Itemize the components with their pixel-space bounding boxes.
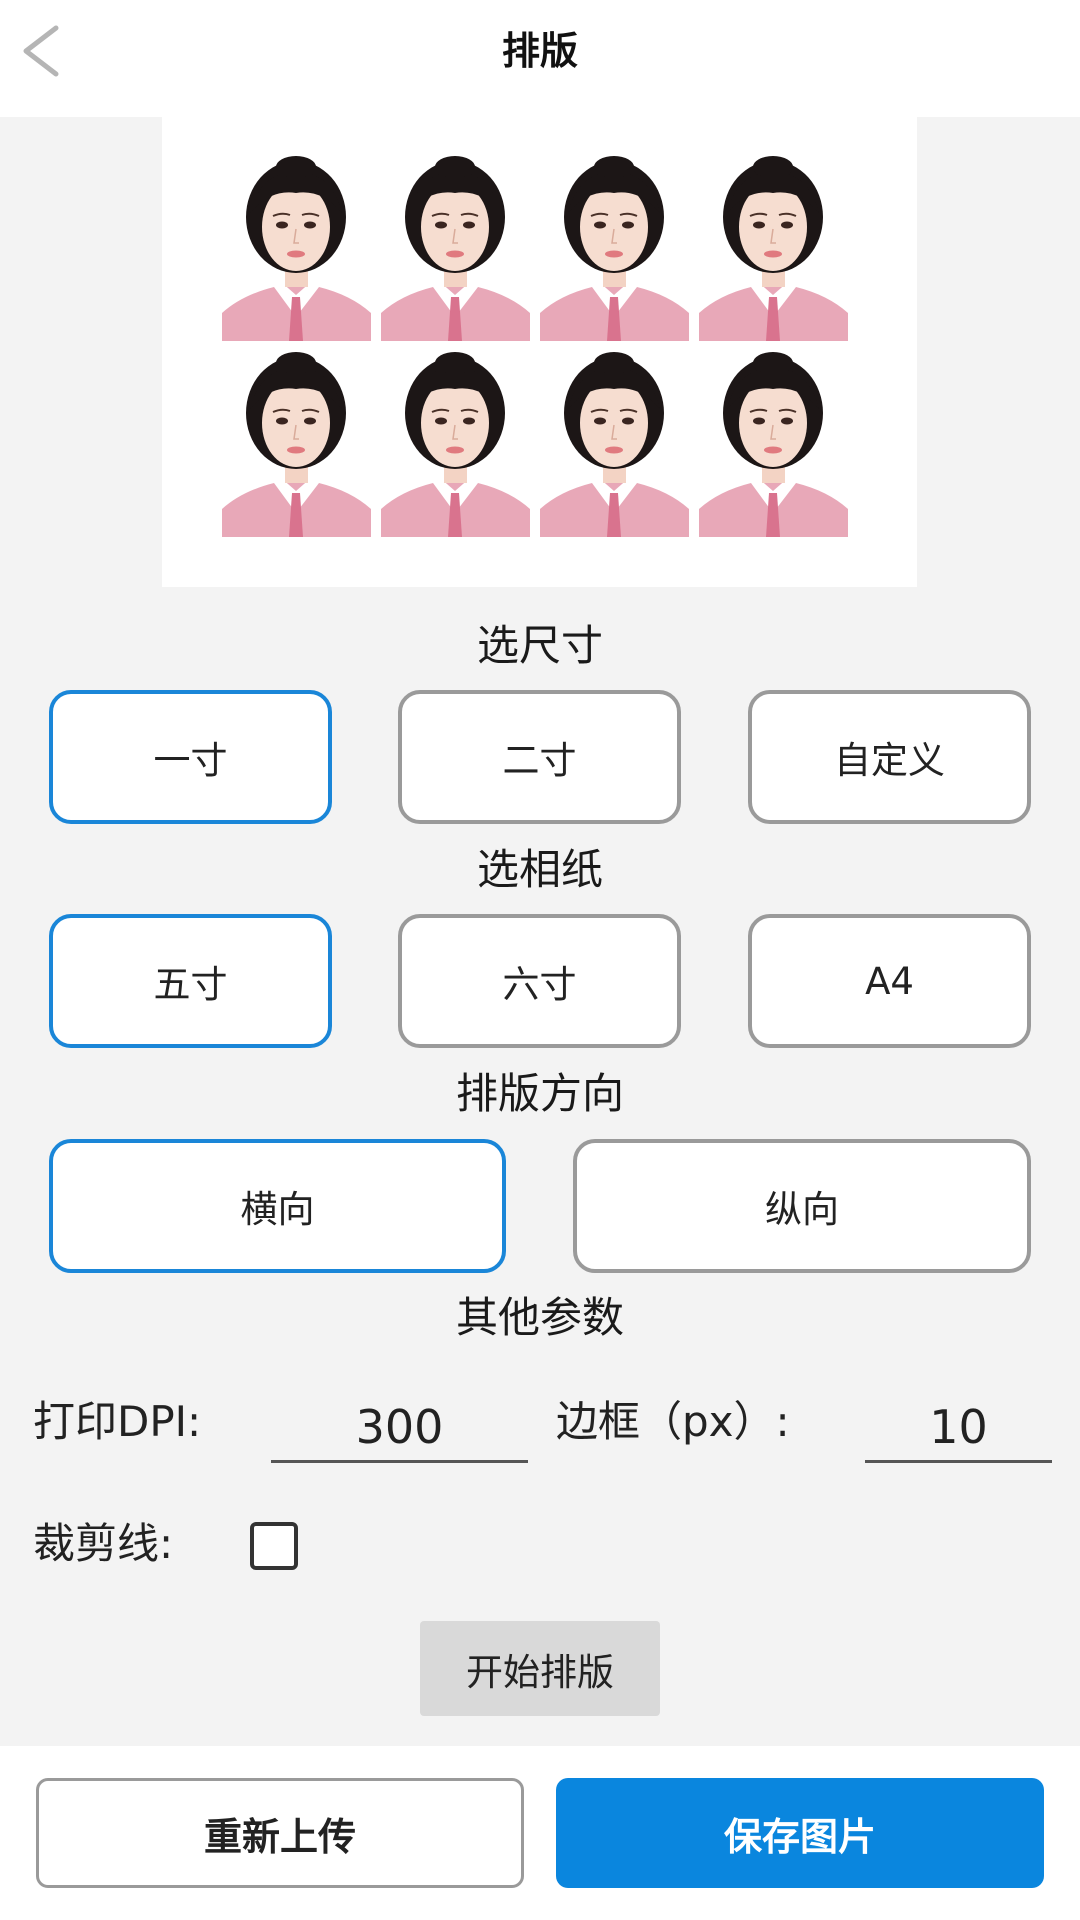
id-photo xyxy=(222,155,371,341)
top-bar: 排版 xyxy=(0,0,1080,117)
orientation-option-landscape[interactable]: 横向 xyxy=(49,1139,506,1273)
params-section-title: 其他参数 xyxy=(455,1293,624,1342)
id-photo xyxy=(222,351,371,537)
id-photo xyxy=(540,351,689,537)
id-photo xyxy=(540,155,689,341)
start-layout-button[interactable]: 开始排版 xyxy=(420,1621,660,1716)
paper-section-title: 选相纸 xyxy=(476,845,603,894)
orientation-section-title: 排版方向 xyxy=(455,1069,624,1118)
orientation-option-portrait[interactable]: 纵向 xyxy=(573,1139,1031,1273)
id-photo xyxy=(381,351,530,537)
id-photo xyxy=(699,155,848,341)
paper-option-5cun[interactable]: 五寸 xyxy=(49,914,332,1048)
page-title: 排版 xyxy=(501,29,578,73)
layout-preview xyxy=(162,117,917,587)
dpi-input[interactable] xyxy=(271,1393,528,1463)
size-option-custom[interactable]: 自定义 xyxy=(748,690,1031,824)
border-label: 边框（px）: xyxy=(556,1397,790,1446)
id-photo xyxy=(699,351,848,537)
size-option-2cun[interactable]: 二寸 xyxy=(398,690,681,824)
paper-option-6cun[interactable]: 六寸 xyxy=(398,914,681,1048)
save-image-button[interactable]: 保存图片 xyxy=(556,1778,1044,1888)
cutline-checkbox[interactable] xyxy=(250,1522,298,1570)
paper-option-a4[interactable]: A4 xyxy=(748,914,1031,1048)
border-input[interactable] xyxy=(865,1393,1052,1463)
reupload-button[interactable]: 重新上传 xyxy=(36,1778,524,1888)
size-section-title: 选尺寸 xyxy=(476,621,603,670)
id-photo xyxy=(381,155,530,341)
cutline-label: 裁剪线: xyxy=(33,1519,174,1568)
size-option-1cun[interactable]: 一寸 xyxy=(49,690,332,824)
dpi-label: 打印DPI: xyxy=(33,1397,202,1446)
